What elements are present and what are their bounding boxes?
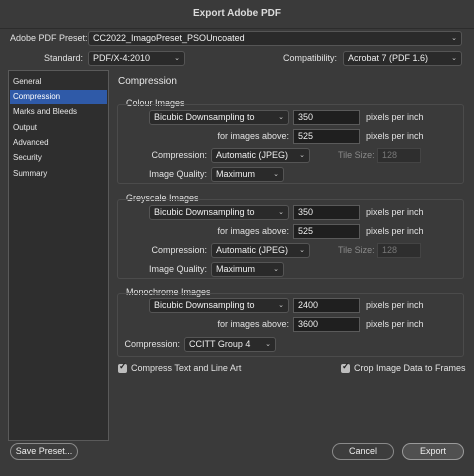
standard-label: Standard: [44, 53, 84, 63]
export-button[interactable]: Export [402, 443, 464, 460]
compress-text-checkbox[interactable]: ✓ [118, 361, 127, 373]
preset-value: CC2022_ImagoPreset_PSOUncoated [93, 33, 245, 43]
standard-select[interactable]: PDF/X-4:2010 ⌄ [88, 51, 185, 66]
title-bar: Export Adobe PDF [0, 0, 474, 29]
colour-compression-label: Compression: [151, 150, 207, 160]
mono-compression-value: CCITT Group 4 [189, 339, 251, 349]
window-title: Export Adobe PDF [193, 8, 281, 19]
chevron-down-icon: ⌄ [273, 171, 279, 178]
sidebar-item-marks-and-bleeds[interactable]: Marks and Bleeds [10, 105, 107, 119]
export-pdf-dialog: Export Adobe PDF Adobe PDF Preset: CC202… [0, 0, 474, 476]
chevron-down-icon: ⌄ [299, 247, 305, 254]
sidebar: General Compression Marks and Bleeds Out… [8, 70, 109, 441]
crop-image-label: Crop Image Data to Frames [354, 363, 466, 373]
colour-quality-label: Image Quality: [148, 169, 207, 179]
sidebar-item-general[interactable]: General [10, 75, 107, 89]
sidebar-item-compression[interactable]: Compression [10, 90, 107, 104]
chevron-down-icon: ⌄ [273, 266, 279, 273]
chevron-down-icon: ⌄ [278, 209, 284, 216]
colour-compression-value: Automatic (JPEG) [216, 150, 289, 160]
mono-above-input[interactable]: 3600 [293, 317, 360, 332]
greyscale-compression-label: Compression: [151, 245, 207, 255]
chevron-down-icon: ⌄ [174, 55, 180, 62]
greyscale-sampling-select[interactable]: Bicubic Downsampling to ⌄ [149, 205, 289, 220]
sidebar-item-advanced[interactable]: Advanced [10, 136, 107, 150]
greyscale-quality-value: Maximum [216, 264, 256, 274]
check-icon: ✓ [119, 361, 127, 371]
crop-image-checkbox[interactable]: ✓ [341, 361, 350, 373]
colour-ppi-input[interactable]: 350 [293, 110, 360, 125]
greyscale-tile-input[interactable]: 128 [377, 243, 421, 258]
colour-above-label: for images above: [217, 131, 289, 141]
sidebar-item-summary[interactable]: Summary [10, 167, 107, 181]
cancel-button[interactable]: Cancel [332, 443, 394, 460]
colour-ppi-unit: pixels per inch [366, 112, 424, 122]
chevron-down-icon: ⌄ [278, 302, 284, 309]
compatibility-value: Acrobat 7 (PDF 1.6) [348, 53, 429, 63]
greyscale-sampling-value: Bicubic Downsampling to [154, 207, 255, 217]
compress-text-label: Compress Text and Line Art [131, 363, 242, 373]
standard-value: PDF/X-4:2010 [93, 53, 151, 63]
greyscale-compression-select[interactable]: Automatic (JPEG) ⌄ [211, 243, 310, 258]
colour-quality-select[interactable]: Maximum ⌄ [211, 167, 284, 182]
colour-sampling-value: Bicubic Downsampling to [154, 112, 255, 122]
compatibility-label: Compatibility: [283, 53, 338, 63]
colour-quality-value: Maximum [216, 169, 256, 179]
section-heading: Compression [118, 76, 177, 87]
colour-above-input[interactable]: 525 [293, 129, 360, 144]
sidebar-item-output[interactable]: Output [10, 121, 107, 135]
mono-ppi-unit: pixels per inch [366, 300, 424, 310]
chevron-down-icon: ⌄ [265, 341, 271, 348]
mono-sampling-select[interactable]: Bicubic Downsampling to ⌄ [149, 298, 289, 313]
greyscale-ppi-input[interactable]: 350 [293, 205, 360, 220]
greyscale-tile-label: Tile Size: [338, 245, 375, 255]
mono-sampling-value: Bicubic Downsampling to [154, 300, 255, 310]
greyscale-compression-value: Automatic (JPEG) [216, 245, 289, 255]
greyscale-above-input[interactable]: 525 [293, 224, 360, 239]
greyscale-ppi-unit: pixels per inch [366, 207, 424, 217]
mono-ppi-input[interactable]: 2400 [293, 298, 360, 313]
compatibility-select[interactable]: Acrobat 7 (PDF 1.6) ⌄ [343, 51, 462, 66]
colour-tile-label: Tile Size: [338, 150, 375, 160]
greyscale-above-unit: pixels per inch [366, 226, 424, 236]
preset-label: Adobe PDF Preset: [10, 33, 88, 43]
colour-above-unit: pixels per inch [366, 131, 424, 141]
preset-select[interactable]: CC2022_ImagoPreset_PSOUncoated ⌄ [88, 31, 462, 46]
chevron-down-icon: ⌄ [299, 152, 305, 159]
sidebar-item-security[interactable]: Security [10, 151, 107, 165]
colour-sampling-select[interactable]: Bicubic Downsampling to ⌄ [149, 110, 289, 125]
chevron-down-icon: ⌄ [278, 114, 284, 121]
chevron-down-icon: ⌄ [451, 55, 457, 62]
check-icon: ✓ [342, 361, 350, 371]
chevron-down-icon: ⌄ [451, 35, 457, 42]
greyscale-above-label: for images above: [217, 226, 289, 236]
save-preset-button[interactable]: Save Preset... [10, 443, 78, 460]
mono-compression-select[interactable]: CCITT Group 4 ⌄ [184, 337, 276, 352]
mono-above-unit: pixels per inch [366, 319, 424, 329]
mono-compression-label: Compression: [124, 339, 180, 349]
colour-compression-select[interactable]: Automatic (JPEG) ⌄ [211, 148, 310, 163]
greyscale-quality-select[interactable]: Maximum ⌄ [211, 262, 284, 277]
mono-above-label: for images above: [217, 319, 289, 329]
colour-tile-input[interactable]: 128 [377, 148, 421, 163]
greyscale-quality-label: Image Quality: [148, 264, 207, 274]
